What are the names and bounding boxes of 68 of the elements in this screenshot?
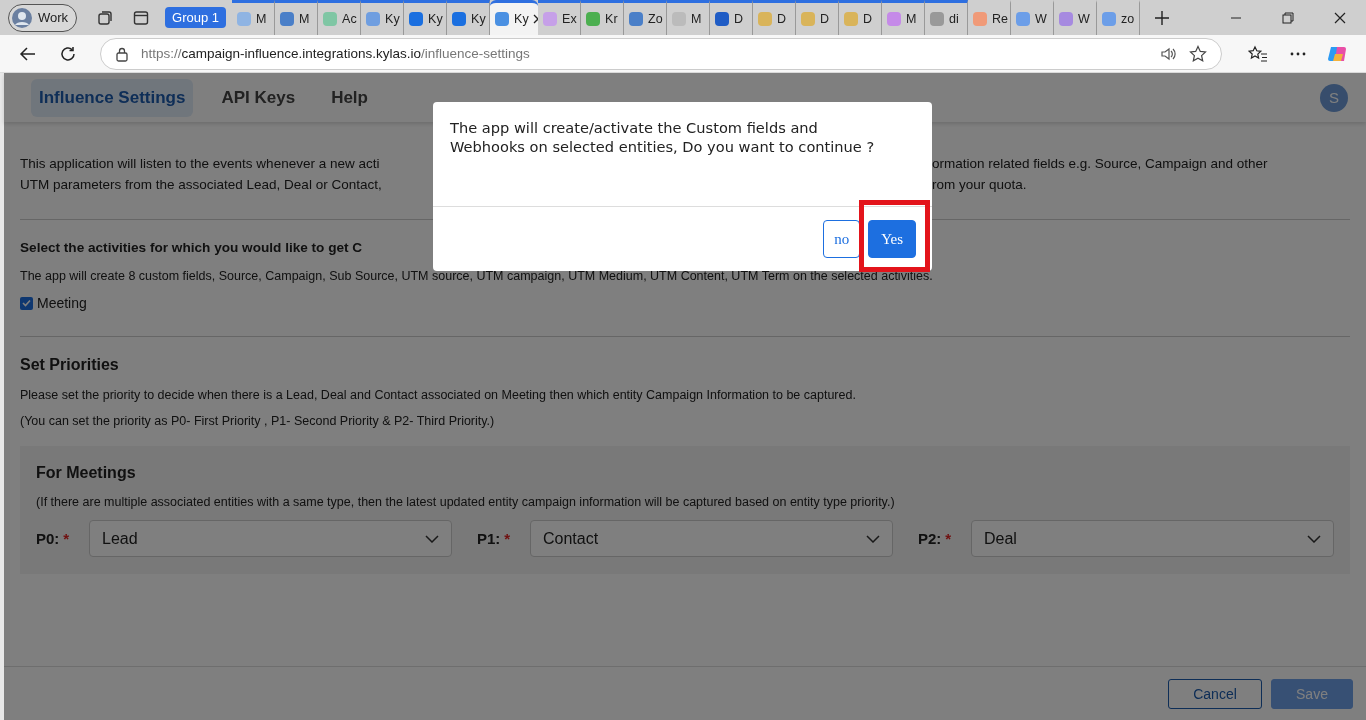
section-heading: Select the activities for which you would like to get C <box>20 239 363 257</box>
favicon-icon <box>972 11 989 27</box>
help-text: The app will create 8 custom fields, Source, Campaign, Sub Source, UTM source, UTM campaign, UTM Medium, UTM Content, UTM Term on the selected activities. <box>20 268 934 285</box>
favicon-icon <box>236 11 253 27</box>
help-text: (You can set the priority as P0- First Priority , P1- Second Priority & P2- Third Priority.) <box>20 413 496 430</box>
section-heading: Set Priorities <box>20 355 120 375</box>
intro-text: This application will listen to the events whenever a new acti <box>20 155 381 173</box>
field-label: P2: <box>918 530 942 547</box>
lock-icon <box>115 45 129 62</box>
chevron-down-icon <box>425 534 439 543</box>
tab-group-label[interactable]: Group 1 <box>165 7 227 28</box>
checkbox-label[interactable]: Meeting <box>37 295 87 311</box>
favicon-icon <box>800 11 817 27</box>
field-label: P0: <box>36 530 60 547</box>
favicon-icon <box>365 11 382 27</box>
chevron-down-icon <box>1307 534 1321 543</box>
favicon-icon <box>542 11 559 27</box>
priority-select[interactable]: Lead <box>89 520 452 557</box>
back-icon[interactable] <box>19 44 37 63</box>
dialog-message: The app will create/activate the Custom fields and Webhooks on selected entities, Do you want to continue ? <box>433 102 932 207</box>
close-icon[interactable] <box>532 14 539 24</box>
intro-text: ormation related fields e.g. Source, Campaign and other <box>932 155 1269 173</box>
favicon-icon <box>1058 11 1075 27</box>
field-label: P1: <box>477 530 501 547</box>
favorites-icon[interactable] <box>1248 44 1268 63</box>
favicon-icon <box>408 11 425 27</box>
close-icon[interactable] <box>1334 11 1346 24</box>
browser-tab[interactable]: Ky <box>490 0 539 35</box>
help-text: Please set the priority to decide when there is a Lead, Deal and Contact associated on Meeting then which entity Campaign Information to be captured. <box>20 387 857 404</box>
favicon-icon <box>886 11 903 27</box>
favicon-icon <box>843 11 860 27</box>
url-text: https://campaign-influence.integrations.kylas.io/influence-settings <box>141 46 531 61</box>
avatar-icon <box>11 6 33 29</box>
favicon-icon <box>1015 11 1032 27</box>
confirm-button[interactable]: Yes <box>868 220 916 258</box>
required-mark: * <box>945 530 952 547</box>
favicon-icon <box>322 11 339 27</box>
favicon-icon <box>451 11 468 27</box>
priority-select[interactable]: Deal <box>971 520 1334 557</box>
help-text: (If there are multiple associated entities with a same type, then the latest updated entity campaign information will be captured based on entity type priority.) <box>36 494 896 511</box>
tab-actions-icon[interactable] <box>132 8 151 27</box>
workspaces-icon[interactable] <box>96 8 115 27</box>
address-bar[interactable]: https://campaign-influence.integrations.kylas.io/influence-settings <box>100 37 1222 70</box>
chevron-down-icon <box>866 534 880 543</box>
checkbox[interactable] <box>20 296 33 310</box>
priority-select[interactable]: Contact <box>530 520 893 557</box>
favicon-icon <box>757 11 774 27</box>
required-mark: * <box>63 530 70 547</box>
favicon-icon <box>279 11 296 27</box>
reload-icon[interactable] <box>59 44 77 63</box>
favicon-icon <box>1101 11 1118 27</box>
profile-button[interactable]: Work <box>8 3 78 32</box>
decline-button[interactable]: no <box>823 220 861 258</box>
intro-text: UTM parameters from the associated Lead, Deal or Contact, <box>20 176 383 194</box>
favicon-icon <box>628 11 645 27</box>
favicon-icon <box>585 11 602 27</box>
star-icon[interactable] <box>1189 44 1207 63</box>
check-icon <box>22 299 31 307</box>
new-tab-icon[interactable] <box>1154 9 1171 26</box>
panel-title: For Meetings <box>36 463 137 483</box>
favicon-icon <box>929 11 946 27</box>
favicon-icon <box>494 11 511 27</box>
nav-tab[interactable]: API Keys <box>213 78 304 117</box>
required-mark: * <box>504 530 511 547</box>
intro-text: rom your quota. <box>932 176 1028 194</box>
nav-tab[interactable]: Help <box>323 78 376 117</box>
favicon-icon <box>714 11 731 27</box>
restore-icon[interactable] <box>1282 11 1294 24</box>
